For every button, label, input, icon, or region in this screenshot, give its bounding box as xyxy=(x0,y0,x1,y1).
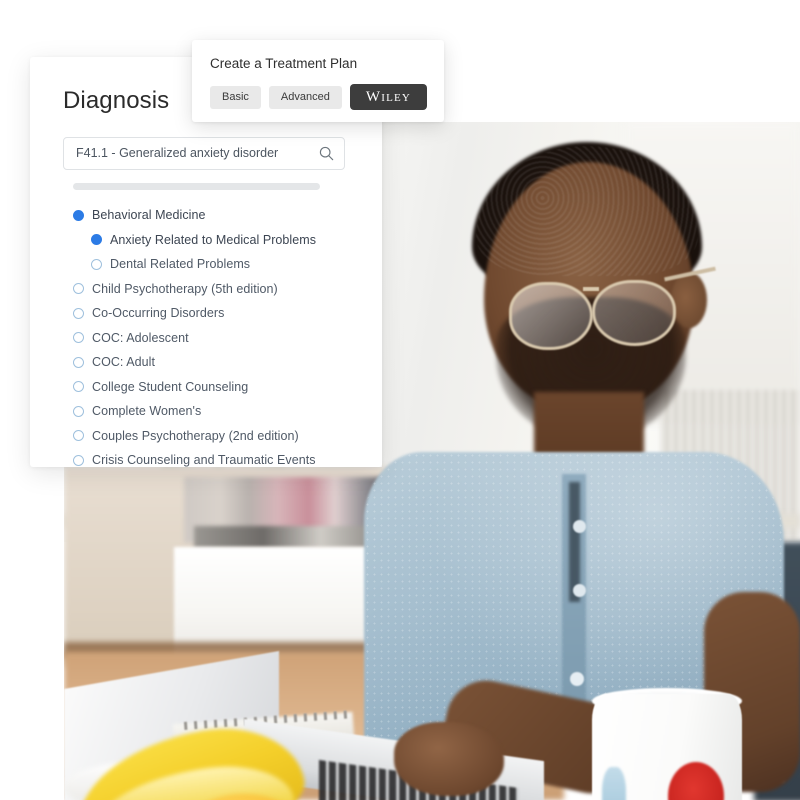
tree-item-label: COC: Adolescent xyxy=(92,330,189,345)
tree-item[interactable]: COC: Adolescent xyxy=(73,326,373,351)
photo-region-upper xyxy=(382,122,800,467)
tree-item-label: Behavioral Medicine xyxy=(92,208,206,223)
tree-item-label: Anxiety Related to Medical Problems xyxy=(110,232,317,247)
radio-unselected-icon[interactable] xyxy=(73,332,84,344)
page-title: Diagnosis xyxy=(63,87,170,114)
diagnosis-tree: Behavioral Medicine Anxiety Related to Me… xyxy=(73,203,373,473)
tree-item[interactable]: Couples Psychotherapy (2nd edition) xyxy=(73,424,373,449)
radio-unselected-icon[interactable] xyxy=(91,258,102,270)
photo-hand xyxy=(394,722,504,796)
radio-unselected-icon[interactable] xyxy=(73,283,84,295)
photo-region-lower xyxy=(64,467,800,800)
tree-item[interactable]: College Student Counseling xyxy=(73,375,373,400)
radio-unselected-icon[interactable] xyxy=(73,454,84,466)
tree-item[interactable]: Complete Women's xyxy=(73,399,373,424)
photo-glasses-bridge xyxy=(583,287,599,291)
treatment-plan-title: Create a Treatment Plan xyxy=(210,56,358,71)
search-input[interactable]: F41.1 - Generalized anxiety disorder xyxy=(63,137,345,170)
tree-item-label: Dental Related Problems xyxy=(110,257,251,272)
photo-glasses-right-lens xyxy=(592,280,676,346)
advanced-button[interactable]: Advanced xyxy=(268,85,342,109)
radio-unselected-icon[interactable] xyxy=(73,356,84,368)
tree-item[interactable]: Behavioral Medicine xyxy=(73,203,373,228)
tree-item[interactable]: Crisis Counseling and Traumatic Events xyxy=(73,448,373,473)
radio-unselected-icon[interactable] xyxy=(73,430,84,442)
photo-shirt-texture xyxy=(382,452,784,467)
tree-item-label: Crisis Counseling and Traumatic Events xyxy=(92,453,316,468)
tree-item[interactable]: Child Psychotherapy (5th edition) xyxy=(73,277,373,302)
photo-mug-pattern-blue xyxy=(602,767,626,800)
treatment-plan-card: Create a Treatment Plan Basic Advanced W… xyxy=(192,40,444,122)
photo-ear xyxy=(671,272,707,328)
wiley-brand-button[interactable]: Wiley xyxy=(349,84,428,110)
treatment-plan-mode-buttons: Basic Advanced Wiley xyxy=(210,84,428,110)
search-icon[interactable] xyxy=(319,146,334,161)
radio-unselected-icon[interactable] xyxy=(73,307,84,319)
photo-glasses-left-lens xyxy=(509,282,593,350)
radio-selected-icon[interactable] xyxy=(73,209,84,221)
tree-item-label: Co-Occurring Disorders xyxy=(92,306,225,321)
tree-item[interactable]: Co-Occurring Disorders xyxy=(73,301,373,326)
photo-shirt-button xyxy=(570,672,584,686)
basic-button[interactable]: Basic xyxy=(210,85,261,109)
photo-shirt-button xyxy=(573,584,586,597)
search-input-value: F41.1 - Generalized anxiety disorder xyxy=(76,146,279,160)
radio-selected-icon[interactable] xyxy=(91,234,102,246)
photo-shirt-button xyxy=(573,520,586,533)
radio-unselected-icon[interactable] xyxy=(73,381,84,393)
tree-item-label: Complete Women's xyxy=(92,404,202,419)
tree-item[interactable]: Anxiety Related to Medical Problems xyxy=(73,228,373,253)
tree-item-label: Couples Psychotherapy (2nd edition) xyxy=(92,428,299,443)
tree-item-label: Child Psychotherapy (5th edition) xyxy=(92,281,278,296)
tree-item-label: College Student Counseling xyxy=(92,379,249,394)
tree-item[interactable]: COC: Adult xyxy=(73,350,373,375)
tree-item[interactable]: Dental Related Problems xyxy=(73,252,373,277)
radio-unselected-icon[interactable] xyxy=(73,405,84,417)
progress-bar xyxy=(73,183,320,190)
tree-item-label: COC: Adult xyxy=(92,355,156,370)
